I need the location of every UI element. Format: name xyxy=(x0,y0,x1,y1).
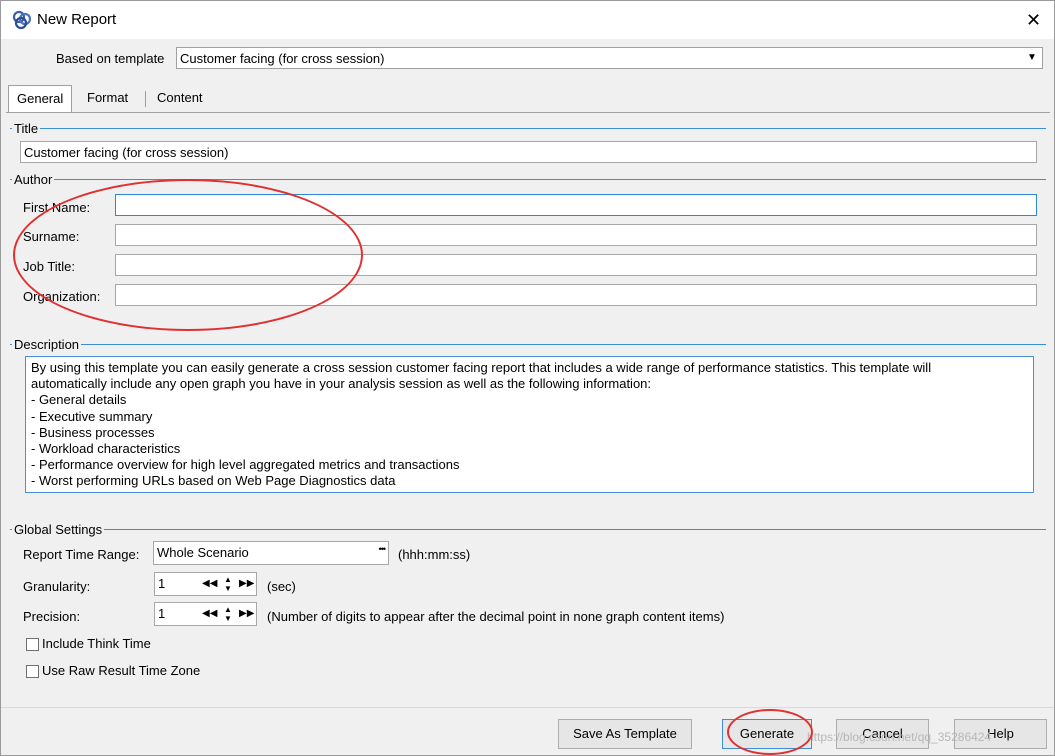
report-title-input[interactable]: Customer facing (for cross session) xyxy=(20,141,1037,163)
include-think-time-checkbox[interactable] xyxy=(26,638,39,651)
organization-input[interactable] xyxy=(115,284,1037,306)
granularity-value: 1 xyxy=(158,576,166,591)
up-down-arrows-icon[interactable]: ▲ ▼ xyxy=(221,575,235,593)
author-section-heading: Author xyxy=(12,172,55,187)
description-line: - General details xyxy=(31,392,127,408)
watermark-text: https://blog.csdn.net/qq_35286424 xyxy=(807,730,992,744)
precision-label: Precision: xyxy=(23,609,81,624)
title-bar: New Report ✕ xyxy=(1,1,1054,39)
window-title: New Report xyxy=(37,11,117,28)
job-title-label: Job Title: xyxy=(23,259,76,274)
tab-bar: General Format Content xyxy=(1,85,1054,113)
fast-forward-icon[interactable]: ▶▶ xyxy=(239,605,254,623)
tab-general[interactable]: General xyxy=(8,85,73,113)
first-name-label: First Name: xyxy=(23,200,91,215)
template-label: Based on template xyxy=(56,51,165,66)
close-icon: ✕ xyxy=(1025,10,1042,30)
first-name-input[interactable] xyxy=(115,194,1037,216)
granularity-hint: (sec) xyxy=(267,579,296,594)
description-line: automatically include any open graph you… xyxy=(31,376,652,392)
time-range-label: Report Time Range: xyxy=(23,547,140,562)
rewind-icon[interactable]: ◀◀ xyxy=(202,605,217,623)
description-textarea[interactable]: By using this template you can easily ge… xyxy=(25,356,1034,493)
granularity-label: Granularity: xyxy=(23,579,91,594)
rewind-icon[interactable]: ◀◀ xyxy=(202,575,217,593)
template-select-value: Customer facing (for cross session) xyxy=(180,51,385,66)
granularity-stepper[interactable]: 1 ◀◀ ▲ ▼ ▶▶ xyxy=(154,572,257,596)
description-section-heading: Description xyxy=(12,337,82,352)
global-settings-section-line xyxy=(10,529,1046,530)
job-title-input[interactable] xyxy=(115,254,1037,276)
tab-general-label: General xyxy=(17,91,64,106)
precision-stepper[interactable]: 1 ◀◀ ▲ ▼ ▶▶ xyxy=(154,602,257,626)
surname-label: Surname: xyxy=(23,229,80,244)
use-raw-tz-label: Use Raw Result Time Zone xyxy=(42,663,201,678)
precision-hint: (Number of digits to appear after the de… xyxy=(267,609,725,624)
title-section-line xyxy=(10,128,1046,129)
template-select[interactable]: Customer facing (for cross session) ▼ xyxy=(176,47,1043,69)
description-line: - Worst performing URLs based on Web Pag… xyxy=(31,473,396,489)
time-range-value: Whole Scenario xyxy=(157,545,249,560)
tab-format-label: Format xyxy=(87,90,129,105)
precision-value: 1 xyxy=(158,606,166,621)
description-section-line xyxy=(10,344,1046,345)
time-range-hint: (hhh:mm:ss) xyxy=(398,547,471,562)
tab-format[interactable]: Format xyxy=(79,85,136,111)
description-line: - Executive summary xyxy=(31,408,153,424)
template-row: Based on template Customer facing (for c… xyxy=(1,39,1054,81)
new-report-dialog: New Report ✕ Based on template Customer … xyxy=(0,0,1055,756)
dropdown-arrow-icon[interactable]: ▼ xyxy=(1025,50,1039,66)
organization-label: Organization: xyxy=(23,289,101,304)
author-section-line xyxy=(10,179,1046,180)
up-down-arrows-icon[interactable]: ▲ ▼ xyxy=(221,605,235,623)
surname-input[interactable] xyxy=(115,224,1037,246)
general-panel: Title Customer facing (for cross session… xyxy=(6,112,1050,702)
description-line: - Business processes xyxy=(31,424,155,440)
title-section-heading: Title xyxy=(12,121,41,136)
global-settings-heading: Global Settings xyxy=(12,522,105,537)
fast-forward-icon[interactable]: ▶▶ xyxy=(239,575,254,593)
tab-content[interactable]: Content xyxy=(149,85,211,111)
tab-separator xyxy=(145,91,146,107)
time-range-picker-button[interactable]: ••• xyxy=(379,544,387,554)
save-as-template-button[interactable]: Save As Template xyxy=(558,719,692,749)
description-line: By using this template you can easily ge… xyxy=(31,360,932,375)
tab-content-label: Content xyxy=(157,90,203,105)
description-line: - Workload characteristics xyxy=(31,441,181,457)
time-range-field[interactable]: Whole Scenario ••• xyxy=(153,541,389,565)
generate-button[interactable]: Generate xyxy=(722,719,812,749)
include-think-time-label: Include Think Time xyxy=(42,636,151,651)
use-raw-tz-checkbox[interactable] xyxy=(26,665,39,678)
description-line: - Performance overview for high level ag… xyxy=(31,457,460,473)
app-logo-icon xyxy=(12,10,32,30)
close-button[interactable]: ✕ xyxy=(1013,1,1054,39)
